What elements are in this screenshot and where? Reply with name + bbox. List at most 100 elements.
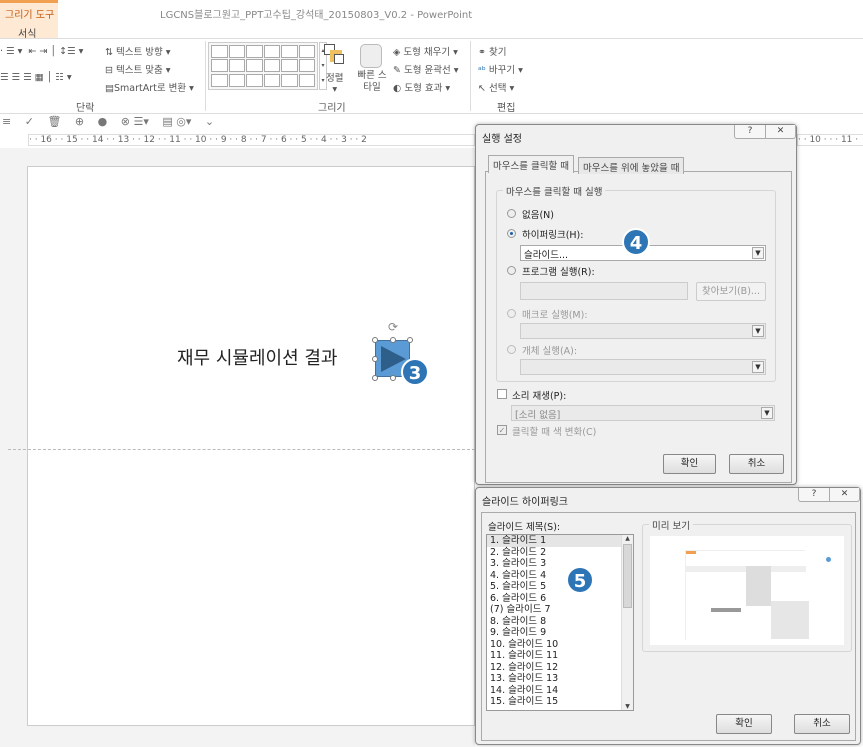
slide-list-item[interactable]: 10. 슬라이드 10 [487, 639, 633, 651]
help-button[interactable]: ? [799, 488, 829, 501]
text-direction-label: 텍스트 방향 [116, 47, 163, 58]
zoom-icon[interactable]: ⊗ [121, 115, 130, 128]
tab-mouse-click[interactable]: 마우스를 클릭할 때 [488, 155, 574, 173]
ruler-tick: 9 [220, 135, 227, 145]
add-comment-icon[interactable]: ⊕ [75, 115, 84, 128]
radio-none[interactable] [507, 209, 516, 218]
slide-list-item[interactable]: 15. 슬라이드 15 [487, 696, 633, 708]
ruler-tick: 5 [301, 135, 307, 145]
help-button[interactable]: ? [735, 125, 765, 138]
shape-effects-label: 도형 효과 [404, 83, 443, 94]
resize-handle[interactable] [407, 337, 413, 343]
list-icon[interactable]: ☰▾ [133, 115, 148, 128]
arrange-label: 정렬 [326, 73, 344, 84]
slide-list-item[interactable]: 1. 슬라이드 1 [487, 535, 633, 547]
cancel-button[interactable]: 취소 [729, 454, 784, 474]
text-direction-button[interactable]: ⇅ 텍스트 방향 ▾ [105, 44, 171, 58]
rotate-handle-icon[interactable]: ⟳ [388, 320, 398, 334]
slide-list-item[interactable]: 8. 슬라이드 8 [487, 616, 633, 628]
slide-titles-list[interactable]: 1. 슬라이드 1 2. 슬라이드 2 3. 슬라이드 3 4. 슬라이드 4 5. 슬… [486, 534, 634, 711]
resize-handle[interactable] [372, 356, 378, 362]
shape-icon[interactable]: ▤ ◎▾ [162, 115, 191, 128]
resize-handle[interactable] [390, 337, 396, 343]
ruler-tick: 16 [40, 135, 52, 145]
slide-list-item[interactable]: 11. 슬라이드 11 [487, 650, 633, 662]
ruler-tick: 7 [260, 135, 267, 145]
hyperlink-value: 슬라이드... [524, 250, 569, 261]
tab-format[interactable]: 그리기 도구 서식 [0, 0, 58, 40]
preview-content [685, 550, 809, 640]
sound-select[interactable]: [소리 없음] ▼ [511, 405, 775, 421]
horizontal-ruler[interactable]: · · 16 · · 15 · · 14 · · 13 · · 12 · · 1… [28, 134, 475, 146]
horizontal-ruler-right[interactable]: · · 10 · · · 11 · [797, 134, 863, 146]
paint-bucket-icon: ◈ [393, 47, 401, 58]
resize-handle[interactable] [390, 375, 396, 381]
replace-button[interactable]: ᵃᵇ 바꾸기 ▾ [478, 62, 523, 76]
scroll-thumb[interactable] [623, 544, 632, 608]
replace-label: 바꾸기 [488, 65, 516, 76]
radio-run-program[interactable] [507, 266, 516, 275]
resize-handle[interactable] [372, 375, 378, 381]
macro-select[interactable]: ▼ [520, 323, 766, 339]
ruler-tick: 8 [240, 135, 247, 145]
editing-group-label: 편집 [497, 103, 516, 114]
shape-fill-button[interactable]: ◈ 도형 채우기 ▾ [393, 44, 458, 58]
align-icons[interactable]: ☰ ☰ ☰ ▦ │ ☷ ▾ [0, 72, 72, 83]
play-sound-checkbox[interactable] [497, 389, 507, 399]
select-label: 선택 [489, 83, 507, 94]
browse-button[interactable]: 찾아보기(B)... [696, 282, 766, 301]
object-action-select[interactable]: ▼ [520, 359, 766, 375]
cancel-button[interactable]: 취소 [794, 714, 850, 734]
check-icon[interactable]: ✓ [25, 115, 34, 128]
slide-list-item[interactable]: (7) 슬라이드 7 [487, 604, 633, 616]
slide[interactable] [27, 166, 475, 726]
arrange-button[interactable]: 정렬 ▾ [326, 70, 343, 95]
quick-styles-button[interactable]: 빠른 스타일 [354, 70, 390, 94]
slide-list-item[interactable]: 12. 슬라이드 12 [487, 662, 633, 674]
scroll-down-icon[interactable]: ▼ [622, 703, 633, 710]
customize-icon[interactable]: ⌄ [205, 115, 214, 128]
highlight-click-checkbox[interactable]: ✓ [497, 425, 507, 435]
smartart-button[interactable]: ▤SmartArt로 변환 ▾ [105, 80, 194, 94]
window-title: LGCNS블로그원고_PPT고수팁_강석태_20150803_V0.2 - Po… [160, 10, 473, 21]
slide-list-item[interactable]: 5. 슬라이드 5 [487, 581, 633, 593]
radio-hyperlink[interactable] [507, 229, 516, 238]
close-button[interactable]: ✕ [765, 125, 795, 138]
menu-icon[interactable]: ≡ [2, 115, 11, 128]
context-tab-label: 그리기 도구 [5, 10, 55, 21]
select-button[interactable]: ↖ 선택 ▾ [478, 80, 514, 94]
align-text-button[interactable]: ⊟ 텍스트 맞춤 ▾ [105, 62, 171, 76]
shape-outline-button[interactable]: ✎ 도형 윤곽선 ▾ [393, 62, 459, 76]
ok-button[interactable]: 확인 [663, 454, 716, 474]
comment-icon[interactable]: ● [98, 115, 108, 128]
play-sound-label: 소리 재생(P): [512, 391, 567, 402]
slide-list-item[interactable]: 6. 슬라이드 6 [487, 593, 633, 605]
slide-list-item[interactable]: 3. 슬라이드 3 [487, 558, 633, 570]
program-input[interactable] [520, 282, 688, 300]
slide-list-item[interactable]: 2. 슬라이드 2 [487, 547, 633, 559]
quick-styles-label: 빠른 스타일 [357, 70, 387, 93]
radio-object-action[interactable] [507, 345, 516, 354]
ruler-tick: 12 [143, 135, 155, 145]
shapes-gallery[interactable] [208, 42, 318, 90]
scroll-up-icon[interactable]: ▲ [622, 535, 633, 542]
tab-mouse-over[interactable]: 마우스를 위에 놓았을 때 [578, 157, 685, 174]
slide-text[interactable]: 재무 시뮬레이션 결과 [177, 344, 337, 370]
slide-list-item[interactable]: 13. 슬라이드 13 [487, 673, 633, 685]
list-scrollbar[interactable]: ▲ ▼ [621, 535, 633, 710]
trash-icon[interactable]: 🗑 [47, 115, 61, 128]
slide-list-item[interactable]: 14. 슬라이드 14 [487, 685, 633, 697]
ok-button[interactable]: 확인 [716, 714, 772, 734]
find-button[interactable]: ⚭ 찾기 [478, 44, 506, 58]
shape-fill-label: 도형 채우기 [403, 47, 451, 58]
slide-list-item[interactable]: 9. 슬라이드 9 [487, 627, 633, 639]
shape-effects-button[interactable]: ◐ 도형 효과 ▾ [393, 80, 450, 94]
resize-handle[interactable] [372, 337, 378, 343]
ruler-tick: 15 [66, 135, 78, 145]
sound-value: [소리 없음] [515, 410, 561, 421]
slide-list-item[interactable]: 4. 슬라이드 4 [487, 570, 633, 582]
close-button[interactable]: ✕ [829, 488, 859, 501]
bullets-icon[interactable]: · ☰ ▾ ⇤ ⇥ │ ↕☰ ▾ [0, 46, 83, 57]
radio-run-macro[interactable] [507, 309, 516, 318]
ruler-tick: 3 [341, 135, 347, 145]
